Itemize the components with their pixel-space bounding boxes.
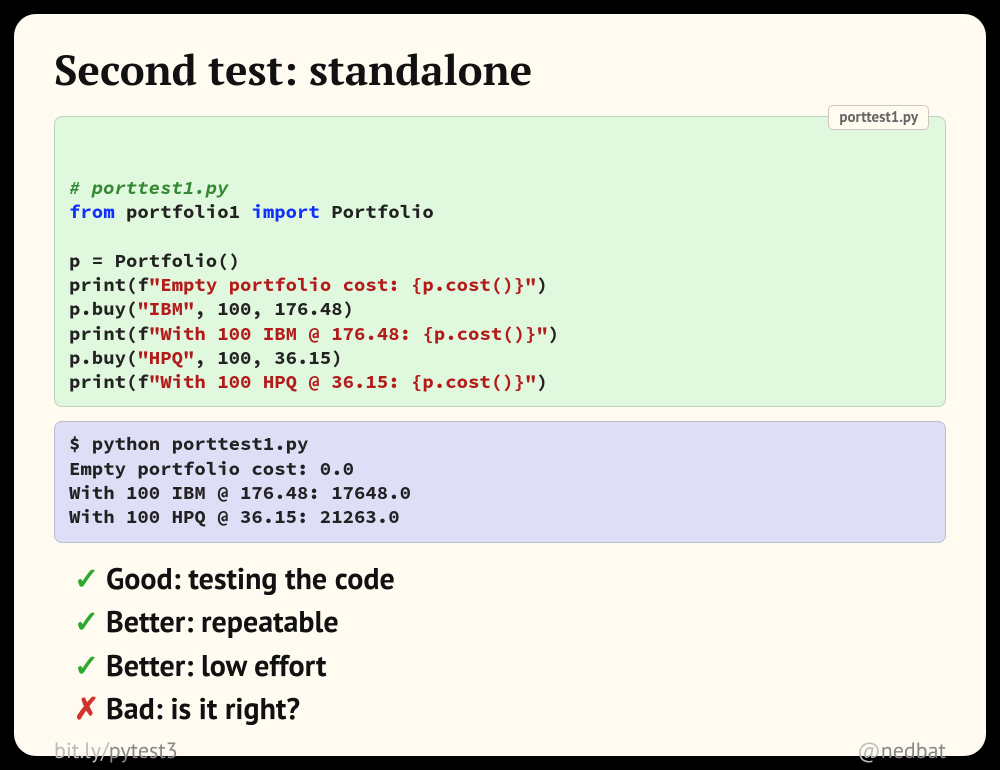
footer-handle: @nedbat bbox=[857, 737, 946, 765]
cross-icon: ✗ bbox=[74, 687, 106, 731]
shell-line: With 100 HPQ @ 36.15: 21263.0 bbox=[69, 505, 400, 529]
kw-from: from bbox=[69, 200, 115, 224]
code-filename-tag: porttest1.py bbox=[828, 105, 929, 130]
kw-import: import bbox=[251, 200, 319, 224]
shell-output-block: $ python porttest1.py Empty portfolio co… bbox=[54, 421, 946, 542]
shell-line: With 100 IBM @ 176.48: 17648.0 bbox=[69, 481, 411, 505]
code-comment: # porttest1.py bbox=[69, 176, 229, 200]
shell-line: $ python porttest1.py bbox=[69, 432, 308, 456]
bullet-repeatable: ✓ Better: repeatable bbox=[74, 600, 946, 644]
footer: bit.ly/pytest3 @nedbat bbox=[54, 731, 946, 765]
bullet-text: Good: testing the code bbox=[106, 557, 395, 601]
check-icon: ✓ bbox=[74, 644, 106, 688]
bullet-text: Better: low effort bbox=[106, 644, 327, 688]
bullet-low-effort: ✓ Better: low effort bbox=[74, 644, 946, 688]
code-line: p = Portfolio() bbox=[69, 249, 240, 273]
check-icon: ✓ bbox=[74, 600, 106, 644]
slide: Second test: standalone porttest1.py # p… bbox=[14, 14, 986, 756]
code-block: porttest1.py # porttest1.py from portfol… bbox=[54, 116, 946, 407]
bullet-good: ✓ Good: testing the code bbox=[74, 557, 946, 601]
bullet-text: Bad: is it right? bbox=[106, 687, 300, 731]
bullet-bad: ✗ Bad: is it right? bbox=[74, 687, 946, 731]
slide-title: Second test: standalone bbox=[54, 42, 946, 98]
bullets-list: ✓ Good: testing the code ✓ Better: repea… bbox=[74, 557, 946, 731]
check-icon: ✓ bbox=[74, 557, 106, 601]
bullet-text: Better: repeatable bbox=[106, 600, 339, 644]
shell-line: Empty portfolio cost: 0.0 bbox=[69, 457, 354, 481]
footer-link: bit.ly/pytest3 bbox=[54, 737, 178, 765]
